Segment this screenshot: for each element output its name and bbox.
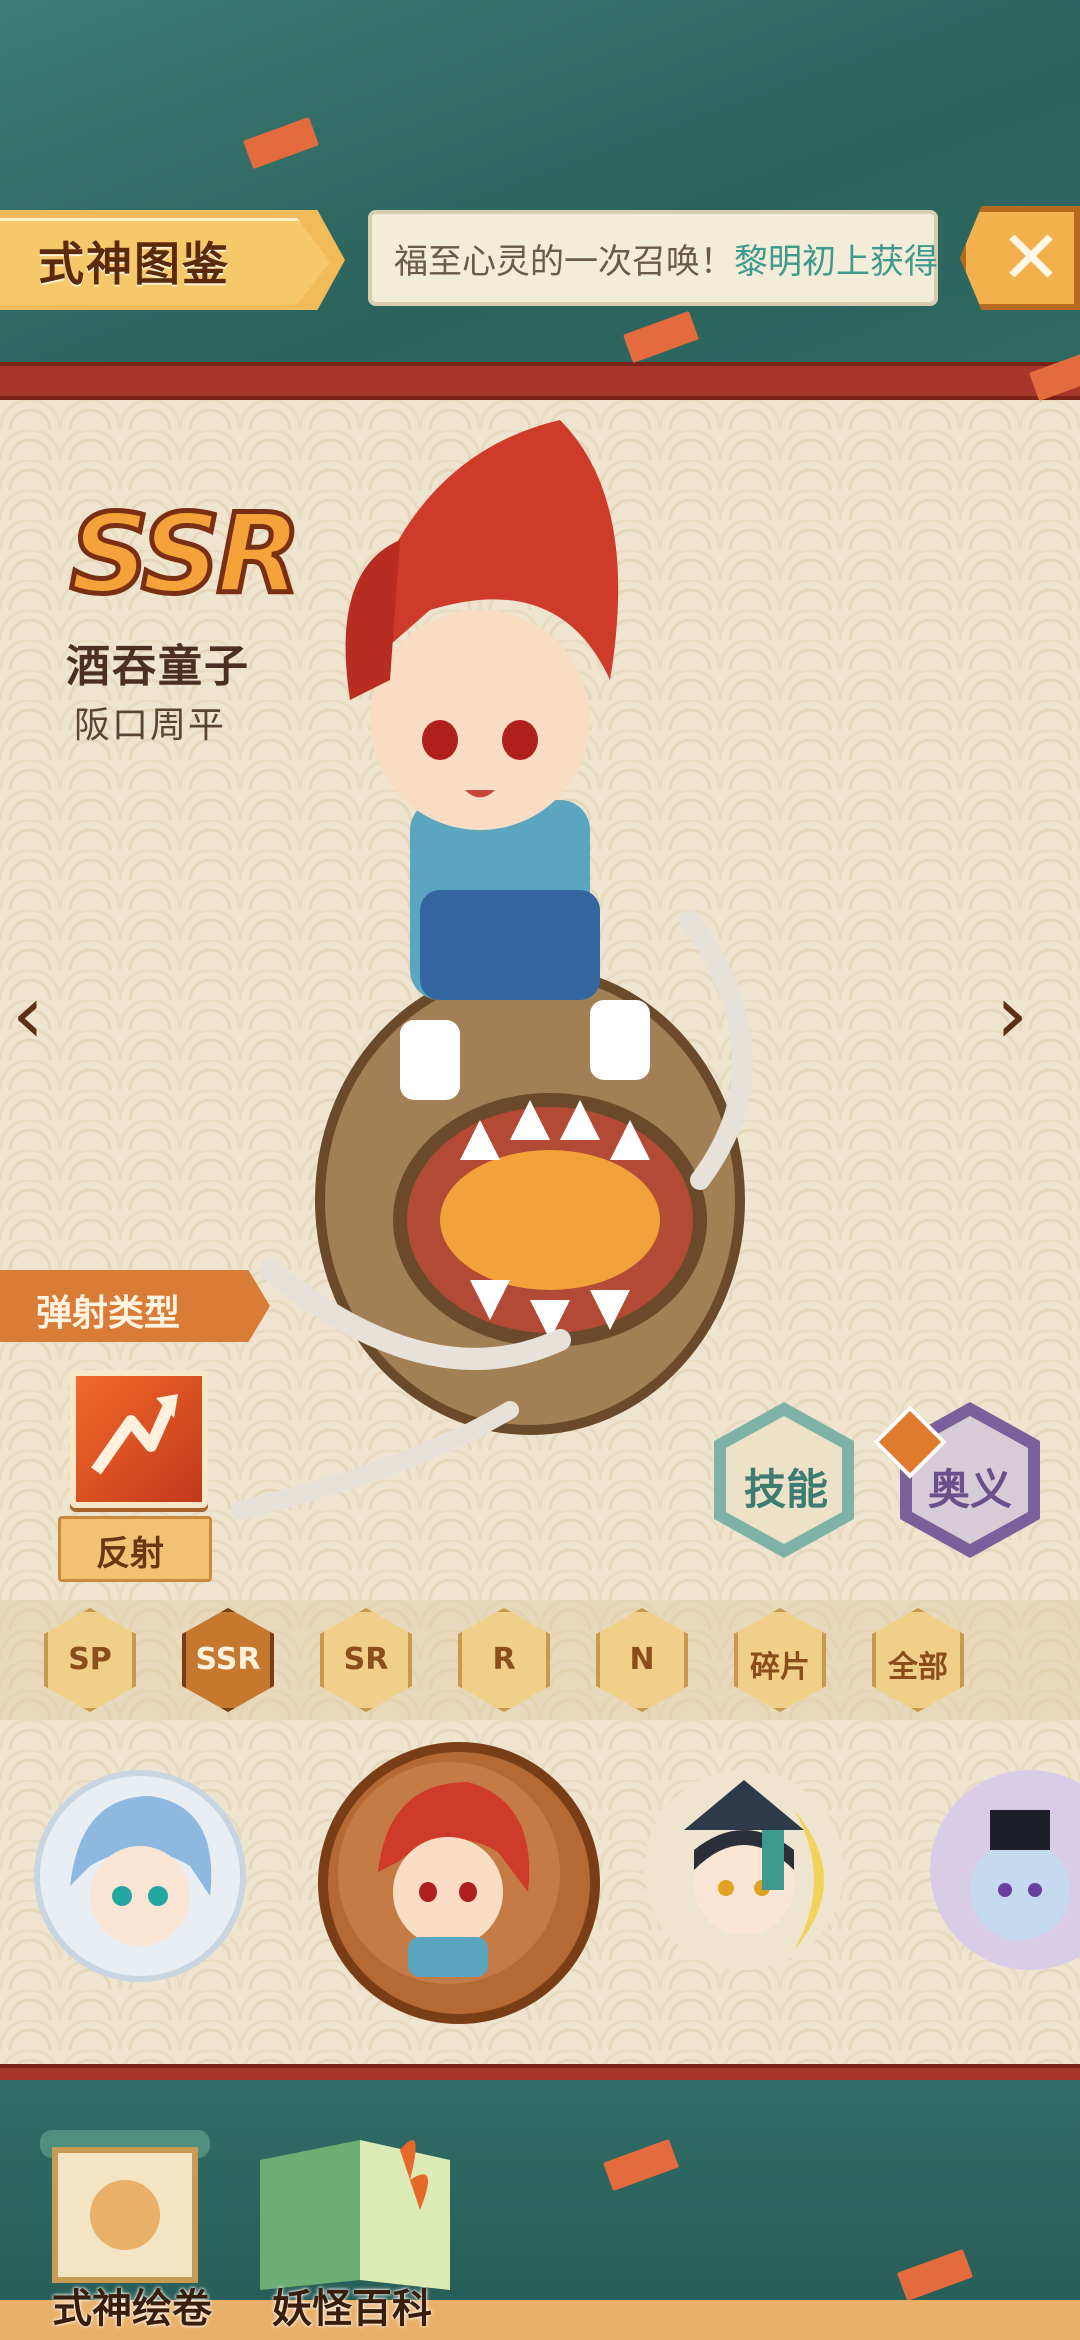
shuten-doji-portrait — [338, 1762, 560, 1984]
character-avatar-selected[interactable] — [338, 1762, 560, 1984]
close-icon[interactable]: ✕ — [1000, 218, 1062, 298]
marquee-highlight: 黎明初上获得 — [734, 242, 938, 282]
character-avatar[interactable] — [34, 1770, 246, 1982]
scroll-icon — [40, 2130, 210, 2283]
dark-hat-shikigami-portrait — [684, 1780, 824, 1950]
filter-label[interactable]: R — [458, 1642, 550, 1677]
skill-button-label[interactable]: 技能 — [744, 1456, 828, 1517]
rarity-badge: SSR — [67, 488, 303, 621]
filter-label[interactable]: 全部 — [872, 1642, 964, 1686]
hero-character-illustration — [231, 420, 753, 1519]
next-character-arrow-icon[interactable]: › — [996, 975, 1066, 1055]
shooter-type-name: 反射 — [96, 1534, 164, 1574]
yokai-encyclopedia-label[interactable]: 妖怪百科 — [272, 2276, 432, 2334]
panel-top-border — [0, 362, 1080, 400]
hero-name: 酒吞童子 — [66, 641, 250, 692]
shooter-type-heading: 弹射类型 — [36, 1293, 181, 1334]
bounce-arrow-glyph — [91, 1394, 178, 1475]
top-background — [0, 0, 1080, 380]
filter-label[interactable]: SSR — [182, 1642, 274, 1677]
voice-actor-name: 阪口周平 — [74, 705, 227, 746]
previous-character-arrow-icon[interactable]: ‹ — [12, 975, 82, 1055]
announcement-marquee: 福至心灵的一次召唤！黎明初上获得 — [368, 210, 938, 306]
marquee-prefix: 福至心灵的一次召唤！ — [394, 242, 734, 282]
filter-label[interactable]: N — [596, 1642, 688, 1677]
character-avatar[interactable] — [644, 1770, 844, 1970]
ougi-button-label[interactable]: 奥义 — [928, 1456, 1012, 1517]
filter-label[interactable]: 碎片 — [734, 1642, 826, 1686]
blue-hair-shikigami-portrait — [40, 1776, 240, 1976]
book-icon — [260, 2140, 450, 2290]
page-title: 式神图鉴 — [38, 237, 230, 291]
filter-label[interactable]: SP — [44, 1642, 136, 1677]
shikigami-scroll-label[interactable]: 式神绘卷 — [52, 2276, 212, 2334]
bounce-arrow-icon[interactable] — [70, 1370, 208, 1508]
filter-label[interactable]: SR — [320, 1642, 412, 1677]
marquee-text: 福至心灵的一次召唤！黎明初上获得 — [394, 234, 938, 283]
